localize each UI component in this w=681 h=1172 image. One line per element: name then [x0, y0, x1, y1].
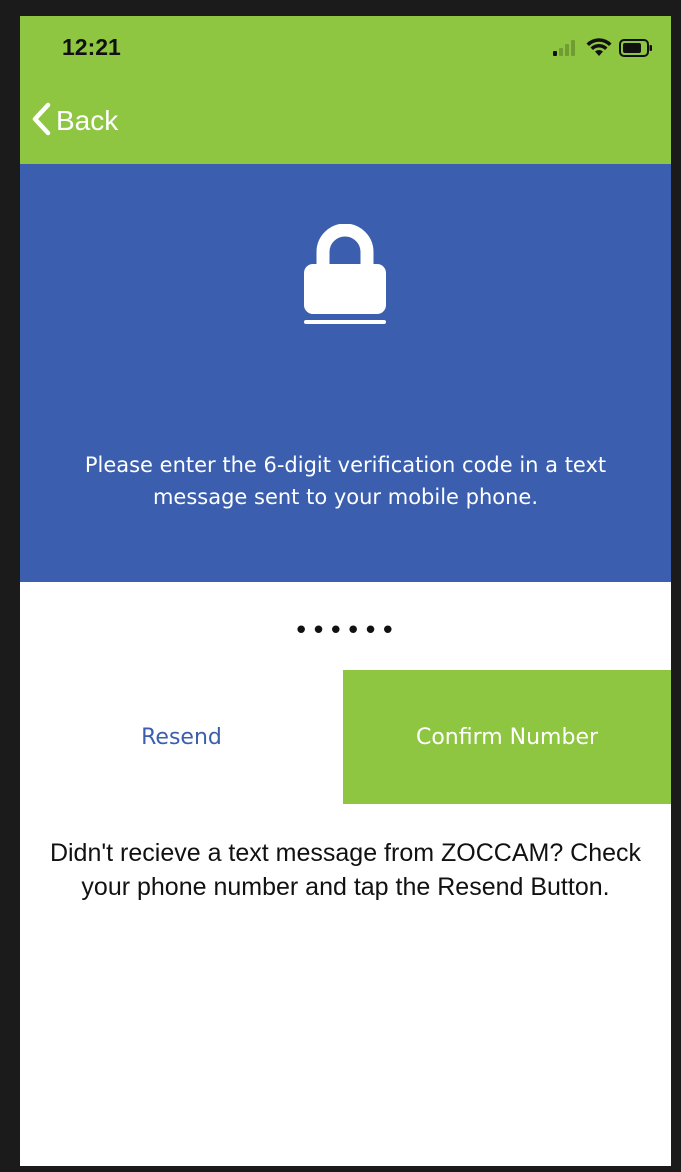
status-time: 12:21 — [62, 34, 121, 60]
back-button[interactable]: Back — [30, 102, 118, 140]
verification-code-input[interactable]: •••••• — [20, 611, 671, 651]
battery-icon — [619, 38, 653, 61]
app-screen: 12:21 Back Please enter the 6-digit veri… — [20, 16, 671, 1166]
status-icons — [553, 38, 653, 61]
signal-icon — [553, 39, 579, 60]
lock-icon — [300, 223, 390, 328]
device-frame: 12:21 Back Please enter the 6-digit veri… — [0, 0, 681, 1172]
instruction-text: Please enter the 6-digit verification co… — [84, 453, 607, 509]
back-label: Back — [56, 105, 119, 136]
confirm-number-button[interactable]: Confirm Number — [343, 670, 671, 804]
header: 12:21 Back — [20, 16, 671, 164]
verification-banner: Please enter the 6-digit verification co… — [20, 164, 671, 582]
chevron-left-icon — [30, 102, 52, 140]
resend-button[interactable]: Resend — [20, 670, 343, 804]
wifi-icon — [586, 38, 612, 61]
help-text: Didn't recieve a text message from ZOCCA… — [49, 839, 642, 901]
